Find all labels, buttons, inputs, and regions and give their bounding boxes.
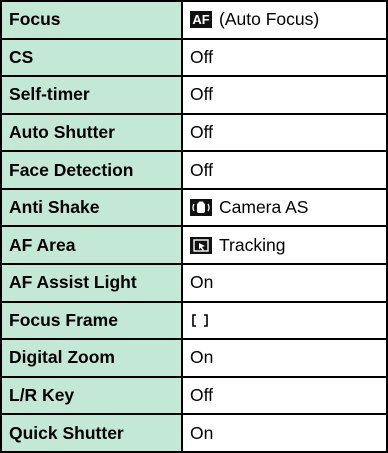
- setting-value: (Auto Focus): [219, 9, 320, 30]
- table-row-focus-frame: Focus Frame: [0, 300, 388, 341]
- af-icon: AF: [190, 11, 212, 29]
- table-row-face-detection: Face Detection Off: [0, 150, 388, 190]
- table-row-cs: CS Off: [0, 37, 388, 78]
- setting-value: Off: [181, 37, 388, 78]
- table-row-quick-shutter: Quick Shutter On: [0, 413, 388, 453]
- setting-label: AF Assist Light: [0, 263, 183, 303]
- table-row-digital-zoom: Digital Zoom On: [0, 338, 388, 378]
- table-row-self-timer: Self-timer Off: [0, 75, 388, 115]
- setting-value: Tracking: [219, 234, 286, 255]
- setting-value-cell: Tracking: [181, 225, 388, 266]
- focus-frame-brackets-icon: [190, 312, 212, 329]
- table-row-focus: Focus AF (Auto Focus): [0, 0, 388, 40]
- setting-label: Quick Shutter: [0, 413, 183, 453]
- table-row-af-area: AF Area Tracking: [0, 225, 388, 266]
- setting-value: Off: [181, 375, 388, 416]
- setting-label: Anti Shake: [0, 187, 183, 228]
- setting-label: L/R Key: [0, 375, 183, 416]
- setting-label: Auto Shutter: [0, 112, 183, 153]
- table-row-lr-key: L/R Key Off: [0, 375, 388, 416]
- setting-value: Off: [181, 112, 388, 153]
- svg-text:AF: AF: [192, 12, 209, 27]
- table-row-anti-shake: Anti Shake Camera AS: [0, 187, 388, 228]
- setting-value: Off: [181, 75, 388, 115]
- setting-value-cell: AF (Auto Focus): [181, 0, 388, 40]
- camera-shake-icon: [190, 199, 212, 217]
- settings-table: Focus AF (Auto Focus) CS Off Self-timer …: [0, 0, 388, 453]
- setting-label: Digital Zoom: [0, 338, 183, 378]
- setting-value: On: [181, 338, 388, 378]
- setting-label: Focus Frame: [0, 300, 183, 341]
- setting-label: CS: [0, 37, 183, 78]
- setting-label: Self-timer: [0, 75, 183, 115]
- tracking-icon: [190, 236, 212, 254]
- setting-value-cell: Camera AS: [181, 187, 388, 228]
- setting-value: Camera AS: [219, 197, 309, 218]
- table-row-auto-shutter: Auto Shutter Off: [0, 112, 388, 153]
- setting-label: AF Area: [0, 225, 183, 266]
- setting-value-cell: [181, 300, 388, 341]
- setting-label: Focus: [0, 0, 183, 40]
- setting-value: On: [181, 263, 388, 303]
- table-row-af-assist-light: AF Assist Light On: [0, 263, 388, 303]
- setting-label: Face Detection: [0, 150, 183, 190]
- setting-value: Off: [181, 150, 388, 190]
- setting-value: On: [181, 413, 388, 453]
